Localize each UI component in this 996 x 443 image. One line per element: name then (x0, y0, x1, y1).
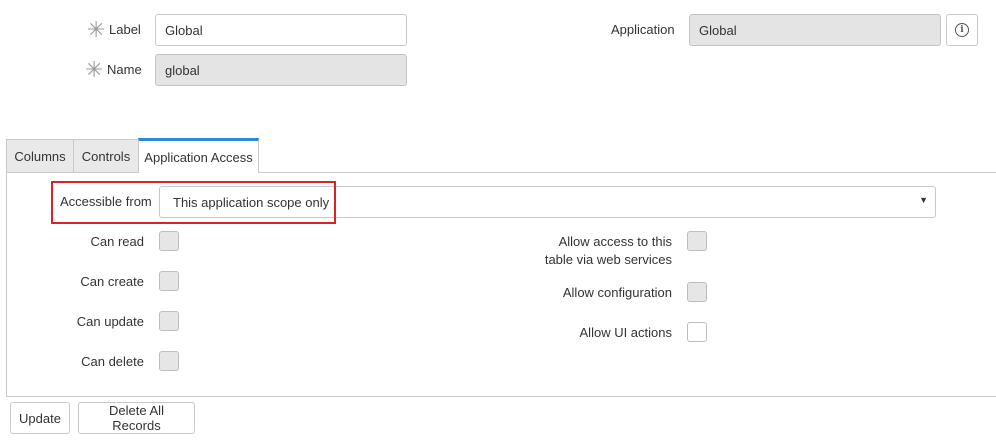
allow-ui-actions-checkbox[interactable] (687, 322, 707, 342)
required-asterisk-icon: ✳ (85, 58, 104, 83)
allow-configuration-checkbox[interactable] (687, 282, 707, 302)
allow-web-services-checkbox[interactable] (687, 231, 707, 251)
label-input[interactable]: Global (155, 14, 407, 46)
tab-label: Controls (81, 149, 131, 164)
can-update-checkbox[interactable] (159, 311, 179, 331)
can-create-label: Can create (80, 274, 144, 289)
delete-all-records-button[interactable]: Delete All Records (78, 402, 195, 434)
allow-configuration-label: Allow configuration (562, 285, 672, 300)
can-delete-label: Can delete (81, 354, 144, 369)
can-update-label: Can update (76, 314, 144, 329)
allow-ui-actions-label: Allow UI actions (579, 325, 672, 340)
name-field-label: Name (107, 62, 142, 77)
label-field-label: Label (109, 22, 141, 37)
can-delete-checkbox[interactable] (159, 351, 179, 371)
application-input[interactable]: Global (689, 14, 941, 46)
name-input[interactable]: global (155, 54, 407, 86)
highlight-box (51, 181, 336, 224)
info-icon: i (955, 23, 969, 37)
tab-label: Application Access (144, 149, 253, 165)
tab-label: Columns (14, 149, 66, 164)
tab-controls[interactable]: Controls (73, 139, 139, 173)
can-read-checkbox[interactable] (159, 231, 179, 251)
tab-application-access[interactable]: Application Access (138, 138, 259, 173)
can-read-label: Can read (90, 234, 144, 249)
label-line: Allow access to this (558, 234, 672, 249)
dropdown-caret-icon: ▼ (919, 195, 928, 205)
label-line: table via web services (544, 252, 672, 267)
tab-columns[interactable]: Columns (6, 139, 74, 173)
required-asterisk-icon: ✳ (87, 18, 106, 43)
application-field-label: Application (611, 22, 675, 37)
application-info-button[interactable]: i (946, 14, 978, 46)
update-button[interactable]: Update (10, 402, 70, 434)
can-create-checkbox[interactable] (159, 271, 179, 291)
allow-web-services-label: Allow access to this table via web servi… (545, 233, 672, 269)
